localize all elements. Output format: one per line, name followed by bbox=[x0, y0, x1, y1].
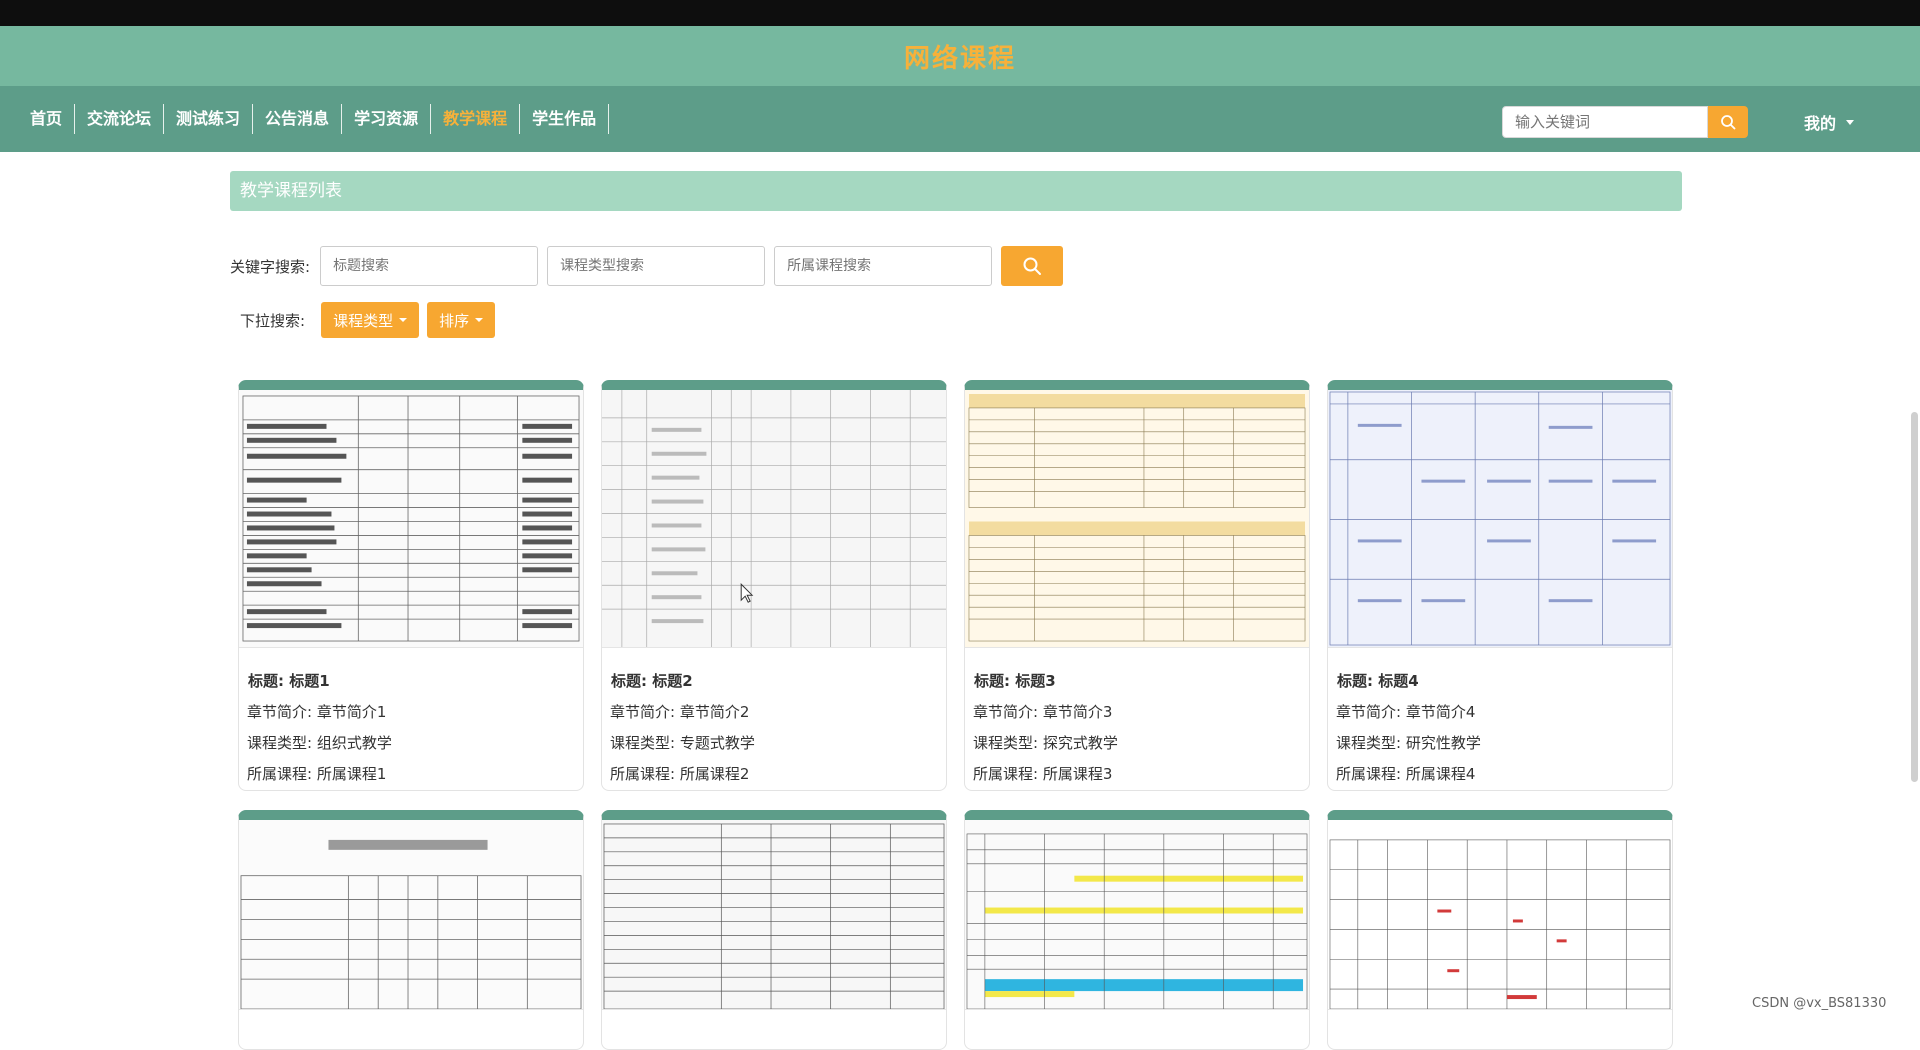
course-thumbnail bbox=[1328, 820, 1672, 1010]
card-intro: 章节简介: 章节简介2 bbox=[610, 703, 750, 721]
site-header: 网络课程 bbox=[0, 26, 1920, 86]
course-thumbnail bbox=[965, 820, 1309, 1010]
nav-search bbox=[1502, 106, 1748, 138]
sort-dropdown[interactable]: 排序 bbox=[427, 302, 496, 338]
chevron-down-icon bbox=[1846, 119, 1855, 125]
keyword-search-label: 关键字搜索: bbox=[230, 257, 311, 276]
course-card[interactable]: 标题: 标题4 章节简介: 章节简介4 课程类型: 研究性教学 所属课程: 所属… bbox=[1327, 380, 1673, 791]
dropdown-search-row: 下拉搜索: 课程类型 排序 bbox=[240, 302, 503, 338]
page-scrollbar[interactable] bbox=[1911, 412, 1918, 782]
caret-down-icon bbox=[475, 318, 484, 322]
card-course: 所属课程: 所属课程2 bbox=[610, 765, 750, 783]
course-thumbnail bbox=[239, 390, 583, 648]
course-card[interactable]: 标题: 标题2 章节简介: 章节简介2 课程类型: 专题式教学 所属课程: 所属… bbox=[601, 380, 947, 791]
card-title: 标题: 标题2 bbox=[611, 672, 693, 690]
card-intro: 章节简介: 章节简介4 bbox=[1336, 703, 1476, 721]
nav-item-notices[interactable]: 公告消息 bbox=[253, 104, 343, 134]
card-type: 课程类型: 专题式教学 bbox=[610, 734, 755, 752]
keyword-search-row: 关键字搜索: bbox=[230, 246, 1064, 286]
course-card[interactable] bbox=[601, 810, 947, 1050]
card-course: 所属课程: 所属课程4 bbox=[1336, 765, 1476, 783]
course-thumbnail bbox=[1328, 390, 1672, 648]
card-title: 标题: 标题1 bbox=[248, 672, 330, 690]
card-type: 课程类型: 组织式教学 bbox=[247, 734, 392, 752]
course-search-input[interactable] bbox=[774, 246, 993, 286]
card-type: 课程类型: 探究式教学 bbox=[973, 734, 1118, 752]
course-type-dropdown[interactable]: 课程类型 bbox=[321, 302, 420, 338]
sort-dropdown-label: 排序 bbox=[439, 311, 470, 330]
search-button[interactable] bbox=[1001, 246, 1064, 286]
course-card[interactable] bbox=[1327, 810, 1673, 1050]
dropdown-search-label: 下拉搜索: bbox=[240, 311, 306, 330]
watermark-text: CSDN @vx_BS81330 bbox=[1752, 996, 1887, 1011]
nav-search-input[interactable] bbox=[1502, 106, 1708, 138]
course-card[interactable]: 标题: 标题3 章节简介: 章节简介3 课程类型: 探究式教学 所属课程: 所属… bbox=[964, 380, 1310, 791]
search-icon bbox=[1023, 257, 1042, 275]
course-thumbnail bbox=[239, 820, 583, 1010]
card-title: 标题: 标题3 bbox=[974, 672, 1056, 690]
card-course: 所属课程: 所属课程1 bbox=[247, 765, 387, 783]
user-menu[interactable]: 我的 bbox=[1804, 110, 1855, 134]
card-intro: 章节简介: 章节简介1 bbox=[247, 703, 387, 721]
course-thumbnail bbox=[602, 820, 946, 1010]
course-card[interactable]: 标题: 标题1 章节简介: 章节简介1 课程类型: 组织式教学 所属课程: 所属… bbox=[238, 380, 584, 791]
site-title: 网络课程 bbox=[903, 43, 1016, 74]
title-search-input[interactable] bbox=[320, 246, 539, 286]
card-course: 所属课程: 所属课程3 bbox=[973, 765, 1113, 783]
card-type: 课程类型: 研究性教学 bbox=[1336, 734, 1481, 752]
nav-item-exercises[interactable]: 测试练习 bbox=[164, 104, 254, 134]
user-menu-label: 我的 bbox=[1804, 114, 1837, 133]
card-title: 标题: 标题4 bbox=[1337, 672, 1419, 690]
nav-item-forum[interactable]: 交流论坛 bbox=[75, 104, 165, 134]
nav-search-button[interactable] bbox=[1708, 106, 1748, 138]
section-title: 教学课程列表 bbox=[230, 171, 1682, 211]
window-top-strip bbox=[0, 0, 1920, 26]
course-type-dropdown-label: 课程类型 bbox=[333, 311, 394, 330]
search-icon bbox=[1721, 115, 1736, 130]
course-thumbnail bbox=[965, 390, 1309, 648]
course-thumbnail bbox=[602, 390, 946, 648]
nav-item-courses[interactable]: 教学课程 bbox=[431, 104, 521, 134]
card-intro: 章节简介: 章节简介3 bbox=[973, 703, 1113, 721]
course-card[interactable] bbox=[964, 810, 1310, 1050]
type-search-input[interactable] bbox=[547, 246, 766, 286]
nav-item-home[interactable]: 首页 bbox=[18, 104, 76, 134]
nav-item-student-works[interactable]: 学生作品 bbox=[520, 104, 610, 134]
caret-down-icon bbox=[399, 318, 408, 322]
course-card[interactable] bbox=[238, 810, 584, 1050]
nav-item-resources[interactable]: 学习资源 bbox=[342, 104, 432, 134]
